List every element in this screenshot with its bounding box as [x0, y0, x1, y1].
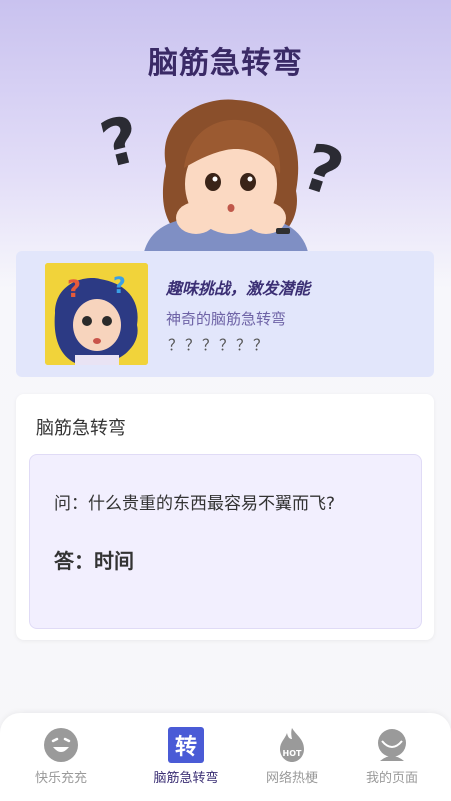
smiley-face-icon: [44, 728, 78, 762]
tab-happy-charge[interactable]: 快乐充充: [11, 713, 111, 801]
tab-label: 脑筋急转弯: [153, 771, 219, 786]
tab-internet-memes[interactable]: HOT 网络热梗: [242, 713, 342, 801]
tab-brain-teaser[interactable]: 转 脑筋急转弯: [136, 713, 236, 801]
feature-banner[interactable]: ? ? 趣味挑战，激发潜能 神奇的脑筋急转弯 ？？？？？？: [16, 251, 434, 377]
svg-text:?: ?: [113, 274, 126, 299]
svg-text:HOT: HOT: [283, 749, 302, 758]
bottom-tab-bar: 快乐充充 转 脑筋急转弯 HOT 网络热梗 我的页面: [0, 713, 451, 801]
card-title: 脑筋急转弯: [36, 418, 126, 439]
banner-thumbnail: ? ?: [45, 263, 148, 365]
tab-label: 我的页面: [365, 771, 418, 786]
banner-question-marks: ？？？？？？: [168, 336, 271, 354]
zhuan-character-icon: 转: [168, 727, 204, 763]
banner-subtitle: 神奇的脑筋急转弯: [166, 310, 287, 328]
hero-illustration: ? ?: [94, 96, 358, 252]
riddle-question: 问：什么贵重的东西最容易不翼而飞?: [54, 494, 336, 514]
tab-label: 网络热梗: [265, 771, 318, 786]
tab-my-page[interactable]: 我的页面: [342, 713, 442, 801]
user-avatar-icon: [378, 729, 406, 761]
page-title: 脑筋急转弯: [148, 46, 303, 81]
qa-box[interactable]: 问：什么贵重的东西最容易不翼而飞? 答：时间: [29, 454, 422, 629]
riddle-card: 脑筋急转弯 问：什么贵重的东西最容易不翼而飞? 答：时间: [16, 394, 434, 640]
svg-text:?: ?: [67, 275, 81, 303]
svg-text:转: 转: [175, 734, 197, 760]
riddle-answer: 答：时间: [54, 549, 134, 573]
banner-headline: 趣味挑战，激发潜能: [166, 279, 311, 298]
hot-flame-icon: HOT: [280, 728, 304, 762]
girl-thinking-illustration: [144, 99, 308, 252]
tab-label: 快乐充充: [34, 771, 87, 786]
